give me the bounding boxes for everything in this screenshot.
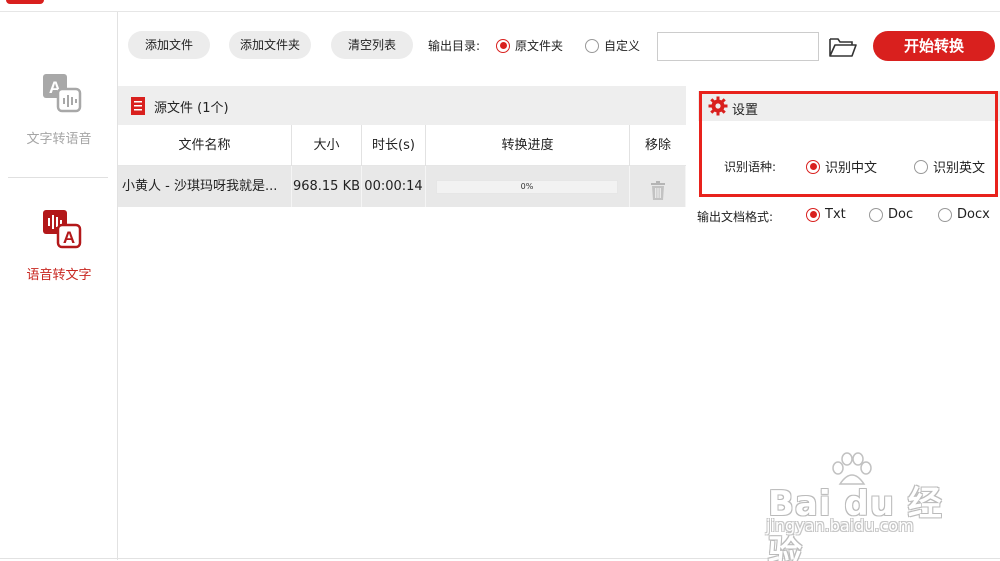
radio-indicator (806, 207, 820, 222)
app-logo (6, 0, 44, 4)
trash-icon[interactable] (650, 177, 666, 207)
radio-indicator (585, 38, 599, 53)
radio-label: Txt (825, 207, 846, 222)
output-format-label: 输出文档格式: (697, 210, 774, 224)
progress-label: 0% (520, 182, 534, 191)
file-duration: 00:00:14 (362, 166, 426, 207)
file-name: 小黄人 - 沙琪玛呀我就是... (118, 166, 292, 207)
radio-indicator (938, 207, 952, 222)
radio-indicator (806, 159, 820, 174)
add-file-button[interactable]: 添加文件 (128, 31, 210, 59)
sidebar-item-text-to-speech[interactable]: A 文字转语音 (0, 72, 118, 147)
text-to-speech-icon: A (0, 72, 118, 122)
table-row[interactable]: 小黄人 - 沙琪玛呀我就是... 968.15 KB 00:00:14 0% (118, 166, 686, 207)
sidebar: A 文字转语音 A 语音转文字 (0, 12, 118, 560)
add-folder-button[interactable]: 添加文件夹 (229, 31, 311, 59)
file-list-icon (130, 96, 146, 120)
settings-title: 设置 (732, 103, 759, 118)
format-txt-radio[interactable]: Txt (806, 207, 846, 222)
folder-open-icon (828, 38, 858, 63)
gear-icon (708, 96, 728, 120)
app-window: A 文字转语音 A 语音转文字 添加文件 添加文件夹 清空列表 输出目录: 原文… (0, 0, 1000, 561)
svg-text:A: A (63, 228, 75, 247)
watermark-url: jingyan.baidu.com (766, 516, 914, 535)
radio-indicator (914, 159, 928, 174)
baidu-watermark: Bai du 经验 jingyan.baidu.com (758, 452, 958, 561)
clear-list-button[interactable]: 清空列表 (331, 31, 413, 59)
radio-indicator (496, 38, 510, 53)
sidebar-divider (8, 177, 108, 178)
column-header-duration: 时长(s) (362, 125, 426, 166)
column-header-progress: 转换进度 (426, 125, 630, 166)
source-files-header: 源文件 (1个) (118, 86, 686, 125)
output-original-folder-radio[interactable]: 原文件夹 (496, 37, 563, 54)
column-header-remove: 移除 (644, 138, 671, 153)
file-table: 文件名称 大小 时长(s) 转换进度 移除 小黄人 - 沙琪玛呀我就是... 9… (118, 125, 686, 207)
output-custom-folder-radio[interactable]: 自定义 (585, 37, 640, 54)
lang-english-radio[interactable]: 识别英文 (914, 157, 985, 176)
source-files-title: 源文件 (1个) (154, 101, 229, 116)
output-dir-label: 输出目录: (428, 39, 481, 53)
output-path-input[interactable] (657, 32, 819, 61)
radio-label: 识别英文 (933, 161, 986, 176)
format-docx-radio[interactable]: Docx (938, 207, 990, 222)
table-header: 文件名称 大小 时长(s) 转换进度 移除 (118, 125, 686, 166)
speech-to-text-icon: A (0, 208, 118, 258)
radio-label: 识别中文 (825, 161, 878, 176)
radio-label: Doc (888, 207, 914, 222)
radio-indicator (869, 207, 883, 222)
column-header-name: 文件名称 (118, 125, 292, 166)
browse-folder-button[interactable] (828, 35, 858, 59)
radio-label: 原文件夹 (515, 39, 564, 53)
file-size: 968.15 KB (292, 166, 362, 207)
radio-label: Docx (957, 207, 990, 222)
lang-chinese-radio[interactable]: 识别中文 (806, 157, 877, 176)
remove-cell (630, 166, 686, 207)
language-label: 识别语种: (724, 160, 777, 174)
sidebar-item-label: 文字转语音 (26, 132, 92, 147)
title-bar (0, 0, 1000, 12)
sidebar-item-speech-to-text[interactable]: A 语音转文字 (0, 208, 118, 283)
column-header-size: 大小 (292, 125, 362, 166)
sidebar-item-label: 语音转文字 (26, 268, 92, 283)
file-progress-cell: 0% (426, 166, 630, 207)
format-doc-radio[interactable]: Doc (869, 207, 913, 222)
radio-label: 自定义 (604, 39, 641, 53)
settings-header: 设置 (698, 91, 1000, 121)
progress-bar: 0% (436, 180, 618, 194)
start-convert-button[interactable]: 开始转换 (873, 31, 995, 61)
